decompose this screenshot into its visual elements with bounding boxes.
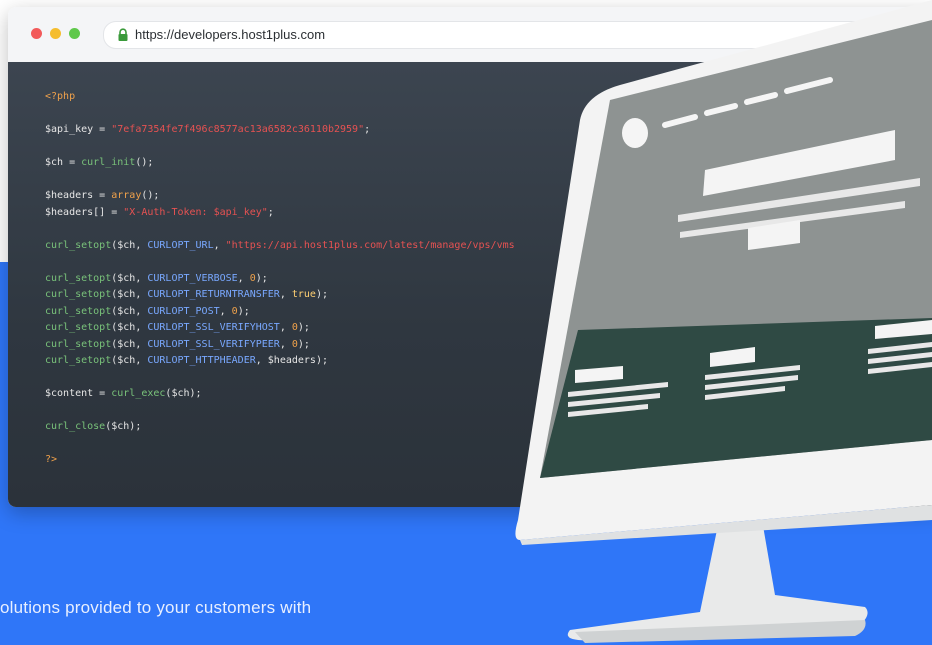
code-line: curl_setopt($ch, CURLOPT_SSL_VERIFYPEER,… <box>45 338 310 350</box>
code-line: $api_key = "7efa7354fe7f496c8577ac13a658… <box>45 124 371 135</box>
monitor-illustration <box>515 0 932 643</box>
code-line: curl_close($ch); <box>45 421 142 432</box>
minimize-window-button[interactable] <box>50 28 61 39</box>
tagline-text: olutions provided to your customers with <box>0 598 312 617</box>
close-window-button[interactable] <box>31 28 42 39</box>
maximize-window-button[interactable] <box>69 28 80 39</box>
code-line: curl_setopt($ch, CURLOPT_POST, 0); <box>45 305 250 317</box>
code-line: $headers[] = "X-Auth-Token: $api_key"; <box>45 206 274 218</box>
code-line: curl_setopt($ch, CURLOPT_VERBOSE, 0); <box>45 272 268 284</box>
code-line: $content = curl_exec($ch); <box>45 388 202 399</box>
code-line: curl_setopt($ch, CURLOPT_HTTPHEADER, $he… <box>45 355 328 366</box>
lock-icon <box>118 28 128 41</box>
code-line: curl_setopt($ch, CURLOPT_SSL_VERIFYHOST,… <box>45 322 310 333</box>
code-line: <?php <box>45 91 76 102</box>
code-line: $ch = curl_init(); <box>45 157 154 168</box>
php-code-block: <?php $api_key = "7efa7354fe7f496c8577ac1… <box>45 89 515 469</box>
code-line: curl_setopt($ch, CURLOPT_RETURNTRANSFER,… <box>45 289 328 300</box>
code-line: curl_setopt($ch, CURLOPT_URL, "https://a… <box>45 239 515 251</box>
url-text: https://developers.host1plus.com <box>135 27 326 42</box>
code-line: ?> <box>45 454 58 465</box>
code-line: $headers = array(); <box>45 190 160 201</box>
